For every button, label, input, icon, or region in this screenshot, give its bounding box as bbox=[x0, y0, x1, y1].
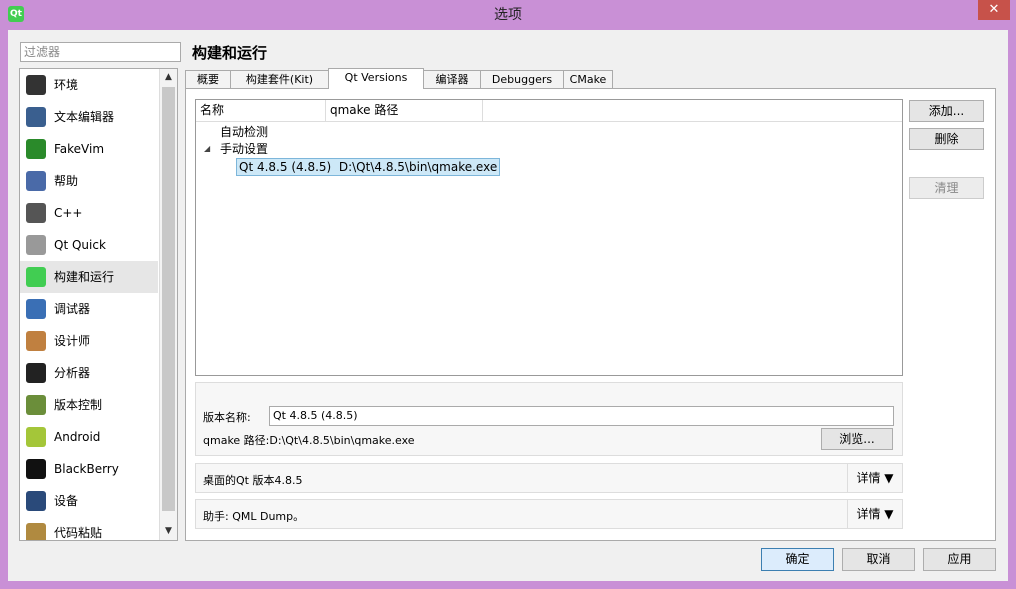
monitor-icon bbox=[26, 75, 46, 95]
device-icon bbox=[26, 491, 46, 511]
analyzer-icon bbox=[26, 363, 46, 383]
sidebar-item-label: 设计师 bbox=[54, 334, 91, 348]
sidebar-item[interactable]: BlackBerry bbox=[20, 453, 158, 485]
sidebar-item[interactable]: 分析器 bbox=[20, 357, 158, 389]
sidebar-item[interactable]: FakeVim bbox=[20, 133, 158, 165]
sidebar-item[interactable]: 设计师 bbox=[20, 325, 158, 357]
sidebar-item[interactable]: Qt Quick bbox=[20, 229, 158, 261]
collapse-arrow-icon[interactable]: ◢ bbox=[204, 144, 210, 153]
sidebar-item[interactable]: 调试器 bbox=[20, 293, 158, 325]
qt-version-path: D:\Qt\4.8.5\bin\qmake.exe bbox=[338, 160, 498, 174]
dialog-client: 过滤器 ▲ ▼ 环境文本编辑器 FakeVim 帮助 C++ Qt Quick 构建和运行… bbox=[8, 30, 1008, 581]
tree-row-selected[interactable]: Qt 4.8.5 (4.8.5) D:\Qt\4.8.5\bin\qmake.e… bbox=[236, 158, 501, 176]
options-window: Qt 选项 ✕ 过滤器 ▲ ▼ 环境文本编辑器 FakeVim 帮助 C++ Qt Qu… bbox=[0, 0, 1016, 589]
blackberry-icon bbox=[26, 459, 46, 479]
column-qmake-path[interactable]: qmake 路径 bbox=[326, 100, 483, 121]
sidebar-item-label: 文本编辑器 bbox=[54, 110, 115, 124]
sidebar-item-label: 环境 bbox=[54, 78, 79, 92]
qt-build-icon bbox=[26, 267, 46, 287]
paste-icon bbox=[26, 523, 46, 540]
details-button-desktop[interactable]: 详情 ▼ bbox=[847, 464, 902, 492]
browse-button[interactable]: 浏览... bbox=[821, 428, 893, 450]
sidebar-item[interactable]: 设备 bbox=[20, 485, 158, 517]
details-button-helper[interactable]: 详情 ▼ bbox=[847, 500, 902, 528]
sidebar-item[interactable]: 环境 bbox=[20, 69, 158, 101]
qt-versions-tree[interactable]: 名称 qmake 路径 自动检测 ◢ 手动设置 Qt 4.8.5 (4.8.5)… bbox=[195, 99, 903, 376]
sidebar-item-label: 调试器 bbox=[54, 302, 91, 316]
sidebar-item-label: 分析器 bbox=[54, 366, 91, 380]
qmake-path-label: qmake 路径:D:\Qt\4.8.5\bin\qmake.exe bbox=[203, 434, 415, 447]
sidebar-item-label: 设备 bbox=[54, 494, 79, 508]
tab-cmake[interactable]: CMake bbox=[563, 70, 613, 88]
close-button[interactable]: ✕ bbox=[978, 0, 1010, 20]
sidebar-item-label: 构建和运行 bbox=[54, 270, 115, 284]
cancel-button[interactable]: 取消 bbox=[842, 548, 915, 571]
column-name[interactable]: 名称 bbox=[196, 100, 326, 121]
android-icon bbox=[26, 427, 46, 447]
sidebar-item-label: C++ bbox=[54, 206, 83, 220]
fakevim-icon bbox=[26, 139, 46, 159]
sidebar-item[interactable]: 代码粘贴 bbox=[20, 517, 158, 540]
designer-icon bbox=[26, 331, 46, 351]
version-control-icon bbox=[26, 395, 46, 415]
desktop-qt-info-text: 桌面的Qt 版本4.8.5 bbox=[203, 474, 303, 487]
sidebar-item[interactable]: 版本控制 bbox=[20, 389, 158, 421]
version-name-input[interactable]: Qt 4.8.5 (4.8.5) bbox=[269, 406, 894, 426]
filter-input[interactable]: 过滤器 bbox=[20, 42, 181, 62]
qt-version-name: Qt 4.8.5 (4.8.5) bbox=[239, 160, 332, 174]
remove-button[interactable]: 删除 bbox=[909, 128, 984, 150]
paper-plane-icon bbox=[26, 235, 46, 255]
braces-icon bbox=[26, 203, 46, 223]
sidebar-item-label: 帮助 bbox=[54, 174, 79, 188]
sidebar-item-label: BlackBerry bbox=[54, 462, 119, 476]
window-title: 选项 bbox=[494, 7, 522, 23]
title-bar: Qt 选项 ✕ bbox=[0, 0, 1016, 30]
tab-compilers[interactable]: 编译器 bbox=[423, 70, 481, 88]
version-name-label: 版本名称: bbox=[203, 411, 251, 424]
scroll-down-icon[interactable]: ▼ bbox=[160, 523, 177, 540]
tab-kits[interactable]: 构建套件(Kit) bbox=[230, 70, 329, 88]
help-icon bbox=[26, 171, 46, 191]
sidebar-item[interactable]: 文本编辑器 bbox=[20, 101, 158, 133]
tab-overview[interactable]: 概要 bbox=[185, 70, 231, 88]
helper-info-text: 助手: QML Dump。 bbox=[203, 510, 305, 523]
sidebar-item-label: 代码粘贴 bbox=[54, 526, 103, 540]
scroll-up-icon[interactable]: ▲ bbox=[160, 69, 177, 86]
clean-button[interactable]: 清理 bbox=[909, 177, 984, 199]
version-details-group: 版本名称: Qt 4.8.5 (4.8.5) qmake 路径:D:\Qt\4.… bbox=[195, 382, 903, 456]
sidebar-item[interactable]: 构建和运行 bbox=[20, 261, 158, 293]
sidebar-item[interactable]: Android bbox=[20, 421, 158, 453]
sidebar-item-label: 版本控制 bbox=[54, 398, 103, 412]
sidebar-scrollbar[interactable]: ▲ ▼ bbox=[159, 69, 177, 540]
page-title: 构建和运行 bbox=[192, 44, 268, 62]
helper-info-row: 助手: QML Dump。 详情 ▼ bbox=[195, 499, 903, 529]
tab-qt-versions[interactable]: Qt Versions bbox=[328, 68, 424, 89]
category-list: ▲ ▼ 环境文本编辑器 FakeVim 帮助 C++ Qt Quick 构建和运行调试器设… bbox=[19, 68, 178, 541]
document-icon bbox=[26, 107, 46, 127]
add-button[interactable]: 添加... bbox=[909, 100, 984, 122]
sidebar-item-label: FakeVim bbox=[54, 142, 105, 156]
debugger-icon bbox=[26, 299, 46, 319]
sidebar-item-label: Android bbox=[54, 430, 101, 444]
sidebar-item[interactable]: 帮助 bbox=[20, 165, 158, 197]
tree-group-auto[interactable]: 自动检测 bbox=[220, 124, 268, 140]
scroll-thumb[interactable] bbox=[162, 87, 175, 511]
ok-button[interactable]: 确定 bbox=[761, 548, 834, 571]
qt-versions-panel: 名称 qmake 路径 自动检测 ◢ 手动设置 Qt 4.8.5 (4.8.5)… bbox=[185, 88, 996, 541]
tree-group-manual[interactable]: 手动设置 bbox=[220, 141, 268, 157]
desktop-qt-info-row: 桌面的Qt 版本4.8.5 详情 ▼ bbox=[195, 463, 903, 493]
apply-button[interactable]: 应用 bbox=[923, 548, 996, 571]
tree-header: 名称 qmake 路径 bbox=[196, 100, 902, 122]
tab-debuggers[interactable]: Debuggers bbox=[480, 70, 564, 88]
sidebar-item-label: Qt Quick bbox=[54, 238, 106, 252]
sidebar-item[interactable]: C++ bbox=[20, 197, 158, 229]
